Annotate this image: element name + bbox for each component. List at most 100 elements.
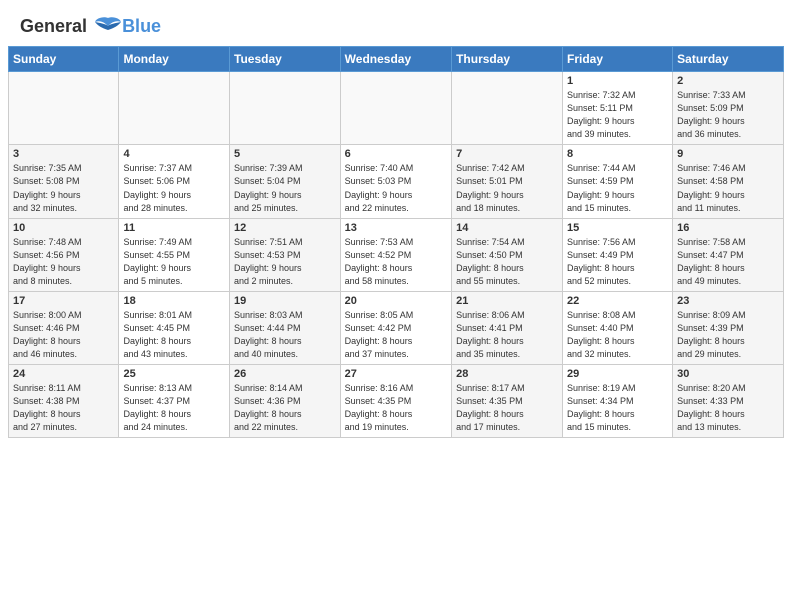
- day-content: Sunrise: 8:17 AM Sunset: 4:35 PM Dayligh…: [456, 382, 558, 434]
- page-header: General Blue: [0, 0, 792, 46]
- day-number: 12: [234, 222, 336, 234]
- day-content: Sunrise: 7:33 AM Sunset: 5:09 PM Dayligh…: [677, 89, 779, 141]
- day-content: Sunrise: 7:39 AM Sunset: 5:04 PM Dayligh…: [234, 162, 336, 214]
- calendar-day-cell: 20Sunrise: 8:05 AM Sunset: 4:42 PM Dayli…: [340, 291, 451, 364]
- weekday-header: Wednesday: [340, 47, 451, 72]
- day-number: 18: [123, 295, 225, 307]
- day-number: 17: [13, 295, 114, 307]
- day-number: 20: [345, 295, 447, 307]
- day-content: Sunrise: 7:51 AM Sunset: 4:53 PM Dayligh…: [234, 236, 336, 288]
- calendar-day-cell: 14 Sunrise: 7:54 AM Sunset: 4:50 PM Dayli…: [452, 218, 563, 291]
- day-content: Sunrise: 7:40 AM Sunset: 5:03 PM Dayligh…: [345, 162, 447, 214]
- day-content: Sunrise: 7:44 AM Sunset: 4:59 PM Dayligh…: [567, 162, 668, 214]
- calendar-week-row: 24 Sunrise: 8:11 AM Sunset: 4:38 PM Dayli…: [9, 365, 784, 438]
- day-content: Sunrise: 7:58 AM Sunset: 4:47 PM Dayligh…: [677, 236, 779, 288]
- logo-blue: Blue: [122, 16, 161, 36]
- day-number: 16: [677, 222, 779, 234]
- calendar-day-cell: [340, 72, 451, 145]
- day-content: Sunrise: 8:14 AM Sunset: 4:36 PM Dayligh…: [234, 382, 336, 434]
- day-number: 21: [456, 295, 558, 307]
- day-number: 27: [345, 368, 447, 380]
- weekday-header: Tuesday: [230, 47, 341, 72]
- day-number: 22: [567, 295, 668, 307]
- day-content: Sunrise: 8:08 AM Sunset: 4:40 PM Dayligh…: [567, 309, 668, 361]
- day-number: 28: [456, 368, 558, 380]
- calendar-day-cell: 17 Sunrise: 8:00 AM Sunset: 4:46 PM Dayli…: [9, 291, 119, 364]
- day-content: Sunrise: 8:11 AM Sunset: 4:38 PM Dayligh…: [13, 382, 114, 434]
- day-content: Sunrise: 7:53 AM Sunset: 4:52 PM Dayligh…: [345, 236, 447, 288]
- day-content: Sunrise: 7:54 AM Sunset: 4:50 PM Dayligh…: [456, 236, 558, 288]
- calendar-day-cell: [230, 72, 341, 145]
- logo-bird-icon: [94, 16, 122, 36]
- calendar-day-cell: 10Sunrise: 7:48 AM Sunset: 4:56 PM Dayli…: [9, 218, 119, 291]
- day-content: Sunrise: 7:32 AM Sunset: 5:11 PM Dayligh…: [567, 89, 668, 141]
- calendar-table: SundayMondayTuesdayWednesdayThursdayFrid…: [8, 46, 784, 438]
- calendar-day-cell: 24 Sunrise: 8:11 AM Sunset: 4:38 PM Dayli…: [9, 365, 119, 438]
- day-number: 4: [123, 148, 225, 160]
- day-number: 8: [567, 148, 668, 160]
- day-number: 30: [677, 368, 779, 380]
- calendar-wrapper: SundayMondayTuesdayWednesdayThursdayFrid…: [0, 46, 792, 446]
- day-content: Sunrise: 8:03 AM Sunset: 4:44 PM Dayligh…: [234, 309, 336, 361]
- weekday-header: Monday: [119, 47, 230, 72]
- day-number: 29: [567, 368, 668, 380]
- calendar-header-row: SundayMondayTuesdayWednesdayThursdayFrid…: [9, 47, 784, 72]
- calendar-day-cell: 27 Sunrise: 8:16 AM Sunset: 4:35 PM Dayli…: [340, 365, 451, 438]
- day-content: Sunrise: 7:37 AM Sunset: 5:06 PM Dayligh…: [123, 162, 225, 214]
- day-number: 5: [234, 148, 336, 160]
- day-content: Sunrise: 8:01 AM Sunset: 4:45 PM Dayligh…: [123, 309, 225, 361]
- calendar-day-cell: 11 Sunrise: 7:49 AM Sunset: 4:55 PM Dayli…: [119, 218, 230, 291]
- day-number: 10: [13, 222, 114, 234]
- day-number: 1: [567, 75, 668, 87]
- calendar-day-cell: 21 Sunrise: 8:06 AM Sunset: 4:41 PM Dayli…: [452, 291, 563, 364]
- calendar-day-cell: 30 Sunrise: 8:20 AM Sunset: 4:33 PM Dayli…: [673, 365, 784, 438]
- calendar-week-row: 3Sunrise: 7:35 AM Sunset: 5:08 PM Daylig…: [9, 145, 784, 218]
- day-content: Sunrise: 8:20 AM Sunset: 4:33 PM Dayligh…: [677, 382, 779, 434]
- day-number: 15: [567, 222, 668, 234]
- calendar-day-cell: 23Sunrise: 8:09 AM Sunset: 4:39 PM Dayli…: [673, 291, 784, 364]
- calendar-day-cell: 2 Sunrise: 7:33 AM Sunset: 5:09 PM Daylig…: [673, 72, 784, 145]
- day-number: 11: [123, 222, 225, 234]
- calendar-day-cell: 13 Sunrise: 7:53 AM Sunset: 4:52 PM Dayli…: [340, 218, 451, 291]
- day-content: Sunrise: 7:46 AM Sunset: 4:58 PM Dayligh…: [677, 162, 779, 214]
- day-content: Sunrise: 8:00 AM Sunset: 4:46 PM Dayligh…: [13, 309, 114, 361]
- day-number: 2: [677, 75, 779, 87]
- calendar-week-row: 17 Sunrise: 8:00 AM Sunset: 4:46 PM Dayli…: [9, 291, 784, 364]
- day-content: Sunrise: 8:19 AM Sunset: 4:34 PM Dayligh…: [567, 382, 668, 434]
- calendar-day-cell: 8 Sunrise: 7:44 AM Sunset: 4:59 PM Daylig…: [562, 145, 672, 218]
- weekday-header: Saturday: [673, 47, 784, 72]
- day-number: 14: [456, 222, 558, 234]
- day-content: Sunrise: 7:42 AM Sunset: 5:01 PM Dayligh…: [456, 162, 558, 214]
- calendar-day-cell: [452, 72, 563, 145]
- day-content: Sunrise: 7:49 AM Sunset: 4:55 PM Dayligh…: [123, 236, 225, 288]
- day-content: Sunrise: 8:16 AM Sunset: 4:35 PM Dayligh…: [345, 382, 447, 434]
- calendar-day-cell: 29 Sunrise: 8:19 AM Sunset: 4:34 PM Dayli…: [562, 365, 672, 438]
- calendar-day-cell: 5 Sunrise: 7:39 AM Sunset: 5:04 PM Daylig…: [230, 145, 341, 218]
- calendar-day-cell: 25 Sunrise: 8:13 AM Sunset: 4:37 PM Dayli…: [119, 365, 230, 438]
- weekday-header: Thursday: [452, 47, 563, 72]
- weekday-header: Sunday: [9, 47, 119, 72]
- calendar-day-cell: 19 Sunrise: 8:03 AM Sunset: 4:44 PM Dayli…: [230, 291, 341, 364]
- calendar-week-row: 1 Sunrise: 7:32 AM Sunset: 5:11 PM Daylig…: [9, 72, 784, 145]
- day-number: 13: [345, 222, 447, 234]
- day-number: 9: [677, 148, 779, 160]
- day-number: 19: [234, 295, 336, 307]
- day-number: 25: [123, 368, 225, 380]
- calendar-day-cell: 7 Sunrise: 7:42 AM Sunset: 5:01 PM Daylig…: [452, 145, 563, 218]
- calendar-day-cell: 22 Sunrise: 8:08 AM Sunset: 4:40 PM Dayli…: [562, 291, 672, 364]
- day-content: Sunrise: 7:56 AM Sunset: 4:49 PM Dayligh…: [567, 236, 668, 288]
- day-number: 7: [456, 148, 558, 160]
- calendar-week-row: 10Sunrise: 7:48 AM Sunset: 4:56 PM Dayli…: [9, 218, 784, 291]
- calendar-day-cell: 12 Sunrise: 7:51 AM Sunset: 4:53 PM Dayli…: [230, 218, 341, 291]
- day-content: Sunrise: 8:13 AM Sunset: 4:37 PM Dayligh…: [123, 382, 225, 434]
- day-number: 6: [345, 148, 447, 160]
- calendar-day-cell: [9, 72, 119, 145]
- day-content: Sunrise: 8:06 AM Sunset: 4:41 PM Dayligh…: [456, 309, 558, 361]
- day-content: Sunrise: 8:09 AM Sunset: 4:39 PM Dayligh…: [677, 309, 779, 361]
- weekday-header: Friday: [562, 47, 672, 72]
- day-number: 3: [13, 148, 114, 160]
- calendar-day-cell: 16 Sunrise: 7:58 AM Sunset: 4:47 PM Dayli…: [673, 218, 784, 291]
- calendar-day-cell: 6 Sunrise: 7:40 AM Sunset: 5:03 PM Daylig…: [340, 145, 451, 218]
- calendar-day-cell: 9 Sunrise: 7:46 AM Sunset: 4:58 PM Daylig…: [673, 145, 784, 218]
- day-number: 24: [13, 368, 114, 380]
